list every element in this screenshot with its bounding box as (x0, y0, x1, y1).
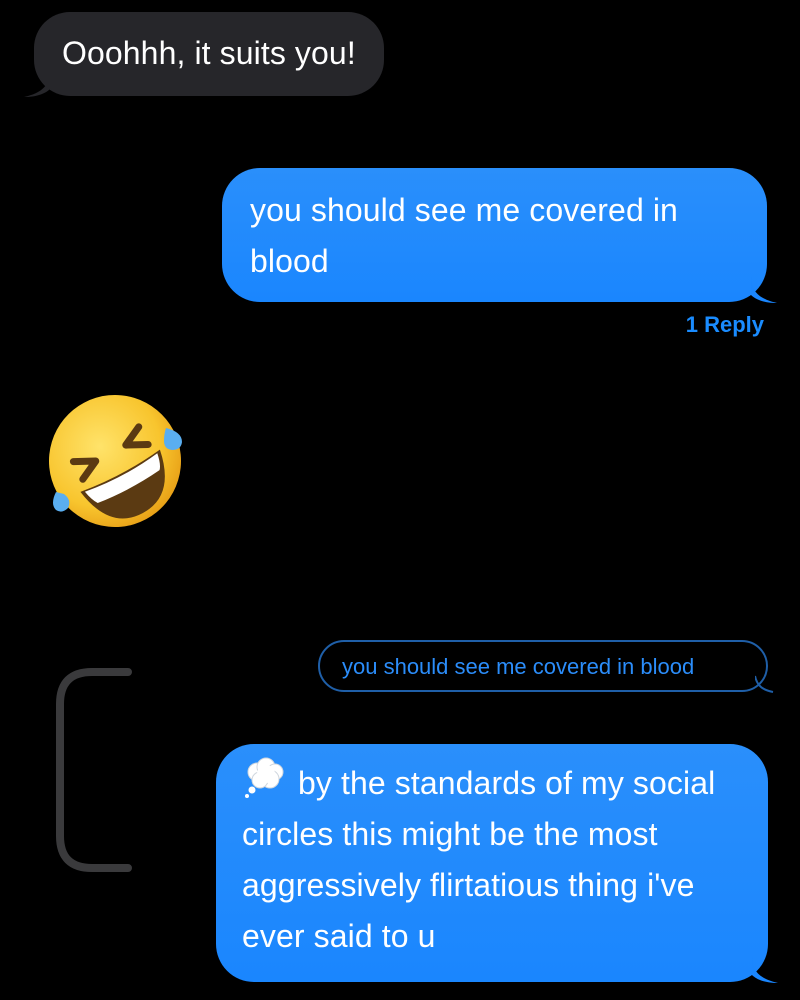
rolling-on-floor-laughing-emoji[interactable] (40, 386, 190, 536)
bubble-tail (755, 675, 774, 693)
message-text: you should see me covered in blood (250, 192, 678, 279)
reply-count-link[interactable]: 1 Reply (686, 312, 764, 338)
bubble-tail (752, 957, 778, 983)
thought-balloon-icon (245, 757, 284, 798)
quoted-message-bubble[interactable]: you should see me covered in blood (318, 640, 774, 693)
received-message-bubble[interactable]: Ooohhh, it suits you! (24, 12, 384, 97)
reply-thread-connector (56, 668, 132, 872)
message-text: Ooohhh, it suits you! (62, 35, 356, 71)
sent-message-bubble[interactable]: you should see me covered in blood (222, 168, 777, 303)
sent-reply-message-bubble[interactable]: by the standards of my social circles th… (216, 744, 778, 983)
quoted-message-text: you should see me covered in blood (342, 654, 695, 679)
bubble-tail (24, 71, 50, 97)
message-text: by the standards of my social circles th… (242, 765, 716, 954)
bubble-tail (751, 277, 777, 303)
